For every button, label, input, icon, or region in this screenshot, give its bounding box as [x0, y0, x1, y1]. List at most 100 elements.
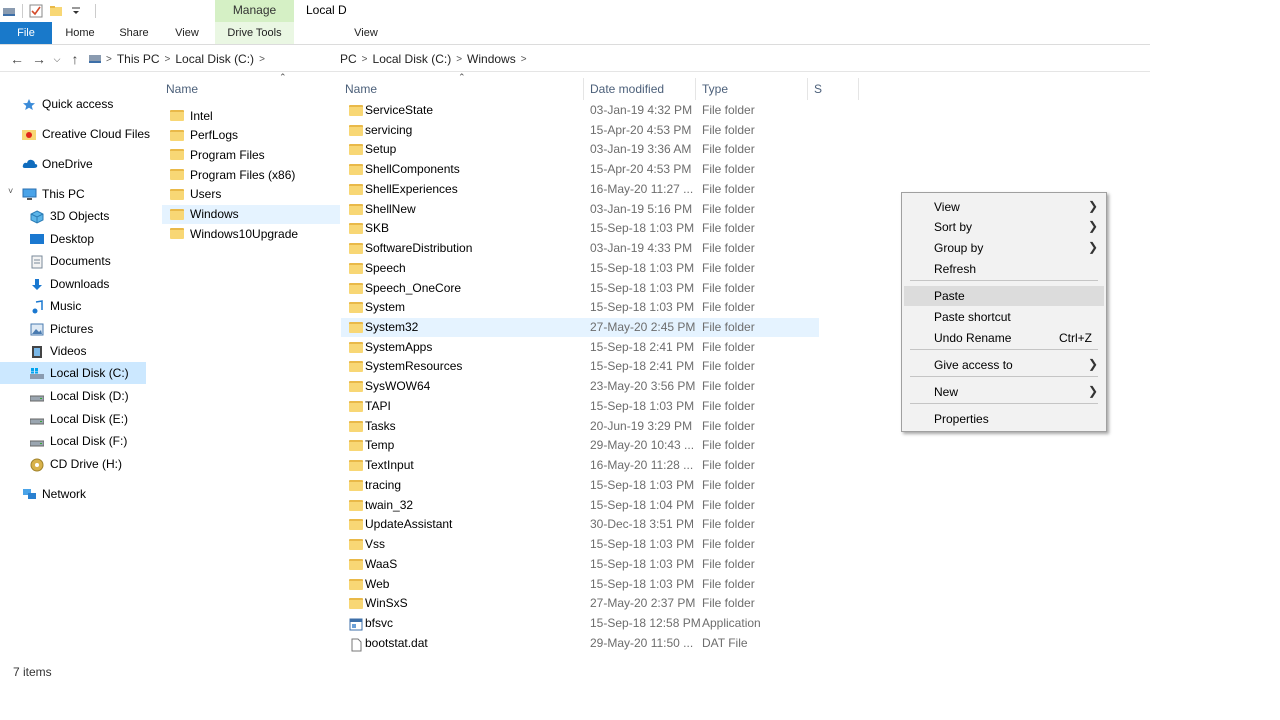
context-menu-item-properties[interactable]: Properties [904, 409, 1104, 429]
tab-share[interactable]: Share [114, 22, 154, 44]
tab-home[interactable]: Home [60, 22, 100, 44]
file-row[interactable]: twain_32 15-Sep-18 1:04 PM File folder [341, 496, 819, 515]
column-header-date-modified[interactable]: Date modified [590, 82, 664, 96]
file-row[interactable]: ShellComponents 15-Apr-20 4:53 PM File fol… [341, 160, 819, 179]
recent-locations-chevron-icon[interactable]: ⌵ [50, 47, 64, 71]
file-name: WinSxS [365, 596, 408, 611]
left-pane-name-header[interactable]: Name [166, 82, 198, 96]
folder-icon [349, 164, 363, 176]
file-row[interactable]: SystemResources 15-Sep-18 2:41 PM File fol… [341, 357, 819, 376]
file-row[interactable]: Speech 15-Sep-18 1:03 PM File folder [341, 259, 819, 278]
back-arrow-icon[interactable]: ← [6, 47, 28, 71]
column-divider[interactable] [695, 78, 696, 100]
context-menu-item-refresh[interactable]: Refresh [904, 259, 1104, 279]
submenu-chevron-icon: ❯ [1087, 384, 1098, 398]
tab-view-secondary[interactable]: View [345, 22, 387, 44]
file-row[interactable]: System32 27-May-20 2:45 PM File folder [341, 318, 819, 338]
manage-tab[interactable]: Manage [215, 0, 294, 22]
sidebar-item-network[interactable]: Network [22, 483, 86, 505]
forward-arrow-icon[interactable]: → [28, 47, 50, 71]
folder-list-item[interactable]: Intel [162, 106, 340, 125]
context-menu-item-new[interactable]: New ❯ [904, 382, 1104, 402]
sidebar-item-local-disk-f[interactable]: Local Disk (F:) [29, 430, 127, 452]
file-type: File folder [702, 596, 755, 611]
file-row[interactable]: servicing 15-Apr-20 4:53 PM File folder [341, 121, 819, 140]
folder-list-item[interactable]: Program Files [162, 145, 340, 164]
tab-file[interactable]: File [0, 22, 52, 44]
tab-drive-tools[interactable]: Drive Tools [215, 22, 294, 44]
breadcrumb-pc[interactable]: PC [340, 52, 357, 66]
file-row[interactable]: tracing 15-Sep-18 1:03 PM File folder [341, 476, 819, 495]
sidebar-item-quick-access[interactable]: Quick access [22, 93, 113, 115]
sidebar-item-cd-drive-h[interactable]: CD Drive (H:) [30, 453, 122, 475]
breadcrumb-windows[interactable]: Windows [467, 52, 516, 66]
file-row[interactable]: UpdateAssistant 30-Dec-18 3:51 PM File fol… [341, 515, 819, 534]
file-row[interactable]: Vss 15-Sep-18 1:03 PM File folder [341, 535, 819, 554]
context-menu-item-undo-rename[interactable]: Undo Rename Ctrl+Z [904, 328, 1104, 348]
column-divider[interactable] [583, 78, 584, 100]
file-row[interactable]: TAPI 15-Sep-18 1:03 PM File folder [341, 397, 819, 416]
sidebar-item-3d-objects[interactable]: 3D Objects [30, 205, 109, 227]
context-menu-label: Undo Rename [934, 331, 1012, 345]
file-row[interactable]: bootstat.dat 29-May-20 11:50 ... DAT File [341, 634, 819, 653]
sidebar-item-videos[interactable]: Videos [30, 340, 86, 362]
sidebar-item-local-disk-d[interactable]: Local Disk (D:) [29, 385, 129, 407]
file-row[interactable]: ServiceState 03-Jan-19 4:32 PM File folder [341, 101, 819, 120]
sidebar-item-downloads[interactable]: Downloads [30, 273, 109, 295]
sidebar-item-onedrive[interactable]: OneDrive [22, 153, 93, 175]
context-menu-item-sort-by[interactable]: Sort by ❯ [904, 217, 1104, 237]
new-folder-icon[interactable] [49, 4, 63, 18]
column-divider[interactable] [807, 78, 808, 100]
file-row[interactable]: SoftwareDistribution 03-Jan-19 4:33 PM Fil… [341, 239, 819, 258]
folder-list-item[interactable]: Users [162, 185, 340, 204]
file-date-modified: 15-Sep-18 1:03 PM [590, 556, 695, 571]
file-row[interactable]: Temp 29-May-20 10:43 ... File folder [341, 436, 819, 455]
up-arrow-icon[interactable]: ↑ [64, 47, 86, 71]
file-row[interactable]: bfsvc 15-Sep-18 12:58 PM Application [341, 614, 819, 633]
properties-checkmark-icon[interactable] [29, 4, 43, 18]
windows-drive-icon [30, 367, 44, 380]
file-row[interactable]: SKB 15-Sep-18 1:03 PM File folder [341, 219, 819, 238]
folder-list-item[interactable]: Windows [162, 204, 340, 224]
drive-icon[interactable] [2, 4, 16, 18]
breadcrumb-local-disk-c[interactable]: Local Disk (C:) [175, 52, 254, 66]
context-menu-item-view[interactable]: View ❯ [904, 197, 1104, 217]
folder-list-item[interactable]: Windows10Upgrade [162, 224, 340, 243]
sidebar-item-local-disk-e[interactable]: Local Disk (E:) [29, 408, 128, 430]
file-row[interactable]: SysWOW64 23-May-20 3:56 PM File folder [341, 377, 819, 396]
expand-chevron-icon[interactable]: ˅ [8, 186, 13, 196]
context-menu-item-give-access-to[interactable]: Give access to ❯ [904, 355, 1104, 375]
file-row[interactable]: Speech_OneCore 15-Sep-18 1:03 PM File fold… [341, 279, 819, 298]
breadcrumb-this-pc[interactable]: This PC [117, 52, 160, 66]
sidebar-item-local-disk-c[interactable]: Local Disk (C:) [0, 362, 146, 384]
breadcrumb-local-disk-c[interactable]: Local Disk (C:) [373, 52, 452, 66]
file-row[interactable]: ShellExperiences 16-May-20 11:27 ... File … [341, 180, 819, 199]
file-row[interactable]: SystemApps 15-Sep-18 2:41 PM File folder [341, 338, 819, 357]
folder-name: Windows10Upgrade [190, 226, 299, 241]
file-row[interactable]: WinSxS 27-May-20 2:37 PM File folder [341, 594, 819, 613]
context-menu-item-group-by[interactable]: Group by ❯ [904, 238, 1104, 258]
folder-list-item[interactable]: Program Files (x86) [162, 165, 340, 184]
file-row[interactable]: Setup 03-Jan-19 3:36 AM File folder [341, 140, 819, 159]
file-row[interactable]: Tasks 20-Jun-19 3:29 PM File folder [341, 417, 819, 436]
file-row[interactable]: WaaS 15-Sep-18 1:03 PM File folder [341, 555, 819, 574]
file-row[interactable]: Web 15-Sep-18 1:03 PM File folder [341, 575, 819, 594]
file-row[interactable]: System 15-Sep-18 1:03 PM File folder [341, 298, 819, 317]
folder-list-item[interactable]: PerfLogs [162, 126, 340, 145]
column-header-type[interactable]: Type [702, 82, 728, 96]
sidebar-item-desktop[interactable]: Desktop [30, 228, 94, 250]
context-menu-item-paste[interactable]: Paste [904, 286, 1104, 306]
sidebar-item-music[interactable]: Music [30, 295, 81, 317]
sidebar-item-creative-cloud-files[interactable]: Creative Cloud Files [22, 123, 150, 145]
sidebar-item-pictures[interactable]: Pictures [30, 318, 93, 340]
column-divider[interactable] [858, 78, 859, 100]
context-menu-item-paste-shortcut[interactable]: Paste shortcut [904, 307, 1104, 327]
file-row[interactable]: ShellNew 03-Jan-19 5:16 PM File folder [341, 200, 819, 219]
customize-dropdown-icon[interactable] [69, 4, 83, 18]
column-header-name[interactable]: Name [345, 82, 377, 96]
sidebar-item-documents[interactable]: Documents [30, 250, 111, 272]
tab-view[interactable]: View [168, 22, 206, 44]
column-header-size[interactable]: S [814, 82, 822, 96]
sidebar-item-this-pc[interactable]: This PC [22, 183, 85, 205]
file-row[interactable]: TextInput 16-May-20 11:28 ... File folder [341, 456, 819, 475]
